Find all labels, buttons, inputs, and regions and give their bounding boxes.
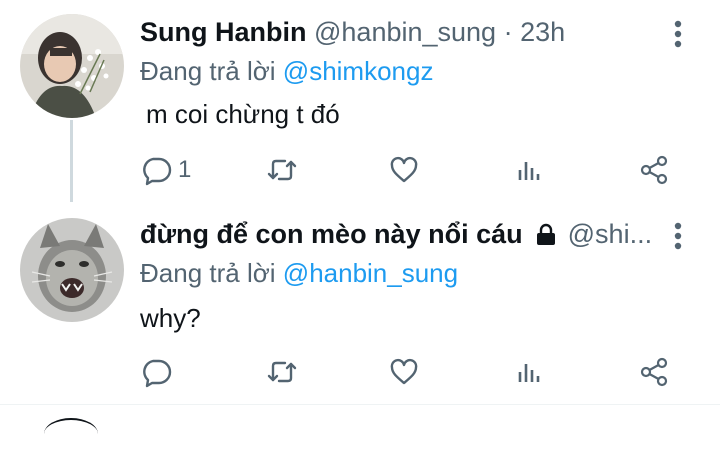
- handle[interactable]: @shi...: [568, 219, 652, 249]
- tweet-text: m coi chừng t đó: [146, 99, 340, 129]
- retweet-button[interactable]: [266, 150, 298, 190]
- reply-count: 1: [178, 156, 192, 183]
- more-options-button[interactable]: [664, 216, 692, 256]
- avatar[interactable]: [20, 14, 124, 118]
- thread-line: [70, 120, 73, 202]
- replying-to: Đang trả lời @hanbin_sung: [140, 257, 458, 289]
- tweet-header: đừng để con mèo này nổi cáu @shi...: [140, 217, 660, 251]
- heart-icon: [390, 358, 418, 385]
- retweet-icon: [267, 361, 297, 383]
- reply-icon: [143, 359, 172, 388]
- timestamp[interactable]: 23h: [520, 17, 565, 47]
- reply-button[interactable]: 1: [140, 150, 191, 190]
- analytics-icon: [518, 364, 540, 382]
- replying-to-label: Đang trả lời: [140, 258, 276, 288]
- avatar[interactable]: [20, 218, 124, 322]
- tweet-item[interactable]: đừng để con mèo này nổi cáu @shi... Đang…: [0, 202, 720, 404]
- like-button[interactable]: [388, 150, 420, 190]
- tweet-item[interactable]: Sung Hanbin @hanbin_sung · 23h Đang trả …: [0, 0, 720, 202]
- retweet-button[interactable]: [266, 352, 298, 392]
- display-name[interactable]: đừng để con mèo này nổi cáu: [140, 219, 523, 249]
- share-button[interactable]: [638, 352, 670, 392]
- more-vertical-icon: [674, 20, 682, 48]
- like-button[interactable]: [388, 352, 420, 392]
- mention-link[interactable]: @hanbin_sung: [283, 258, 458, 288]
- share-icon: [640, 155, 668, 185]
- more-vertical-icon: [674, 222, 682, 250]
- reply-button[interactable]: [140, 352, 172, 392]
- handle[interactable]: @hanbin_sung: [314, 17, 496, 47]
- display-name[interactable]: Sung Hanbin: [140, 17, 306, 47]
- share-button[interactable]: [638, 150, 670, 190]
- tweet-text: why?: [140, 303, 201, 333]
- mention-link[interactable]: @shimkongz: [283, 56, 434, 86]
- retweet-icon: [267, 159, 297, 181]
- separator: ·: [503, 17, 513, 47]
- tweet-header: Sung Hanbin @hanbin_sung · 23h: [140, 15, 660, 49]
- next-tweet-avatar[interactable]: [44, 418, 98, 450]
- share-icon: [640, 357, 668, 387]
- reply-icon: [143, 157, 172, 186]
- lock-icon: [534, 220, 558, 251]
- analytics-button[interactable]: [514, 150, 546, 190]
- analytics-button[interactable]: [514, 352, 546, 392]
- more-options-button[interactable]: [664, 14, 692, 54]
- heart-icon: [390, 156, 418, 183]
- analytics-icon: [518, 162, 540, 180]
- tweet-divider: [0, 404, 720, 405]
- replying-to-label: Đang trả lời: [140, 56, 276, 86]
- replying-to: Đang trả lời @shimkongz: [140, 55, 433, 87]
